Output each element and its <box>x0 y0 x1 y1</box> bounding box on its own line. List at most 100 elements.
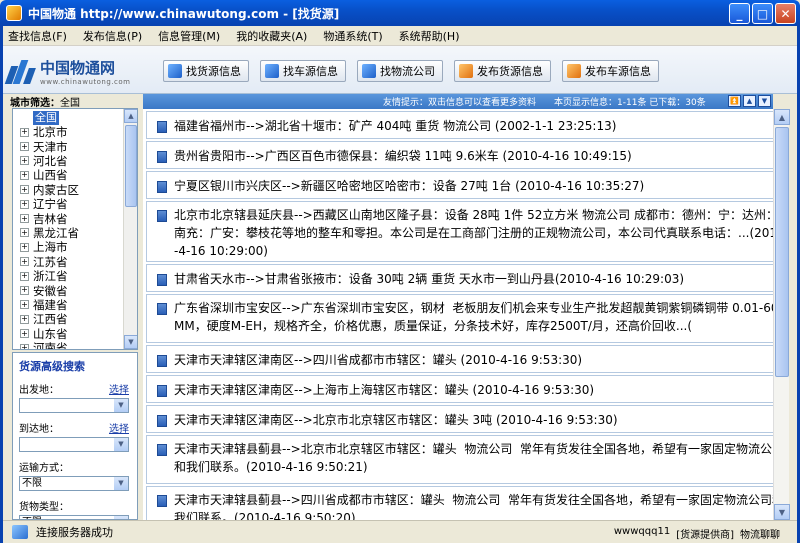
expand-icon[interactable]: + <box>20 185 29 195</box>
expand-icon[interactable]: + <box>20 199 29 209</box>
tree-item[interactable]: + 河北省 <box>13 154 137 168</box>
expand-icon[interactable]: + <box>20 300 29 310</box>
listing-text: 广东省深圳市宝安区-->广东省深圳市宝安区，钢材 老板朋友们机会来专业生产批发超… <box>174 301 773 333</box>
expand-icon[interactable]: + <box>20 170 29 180</box>
tree-item[interactable]: + 内蒙古区 <box>13 183 137 197</box>
maximize-button[interactable]: □ <box>752 3 773 24</box>
listing-item[interactable]: 广东省深圳市宝安区-->广东省深圳市宝安区，钢材 老板朋友们机会来专业生产批发超… <box>146 294 773 343</box>
tree-item[interactable]: + 山东省 <box>13 326 137 341</box>
prev-page-icon[interactable]: ▲ <box>743 95 756 107</box>
to-select-link[interactable]: 选择 <box>109 420 129 435</box>
find-company-button[interactable]: 找物流公司 <box>357 60 443 82</box>
tree-item[interactable]: + 上海市 <box>13 240 137 254</box>
app-icon <box>6 5 22 21</box>
document-icon <box>157 274 167 286</box>
listing-item[interactable]: 宁夏区银川市兴庆区-->新疆区哈密地区哈密市：设备 27吨 1台 (2010-4… <box>146 171 773 199</box>
tree-item[interactable]: + 江苏省 <box>13 255 137 269</box>
expand-icon[interactable]: + <box>20 257 29 267</box>
close-button[interactable]: ✕ <box>775 3 796 24</box>
chevron-down-icon: ▼ <box>114 438 128 451</box>
tree-item[interactable]: + 北京市 <box>13 125 137 139</box>
expand-icon[interactable]: + <box>20 271 29 281</box>
tree-scrollbar[interactable]: ▲ ▼ <box>123 109 137 349</box>
transport-select[interactable]: 不限 ▼ <box>19 476 129 491</box>
find-truck-button[interactable]: 找车源信息 <box>260 60 346 82</box>
scroll-down-icon[interactable]: ▼ <box>774 504 790 520</box>
scroll-down-icon[interactable]: ▼ <box>124 335 137 349</box>
listing-item[interactable]: 天津市天津辖区津南区-->上海市上海辖区市辖区：罐头 (2010-4-16 9:… <box>146 375 773 403</box>
from-select-link[interactable]: 选择 <box>109 381 129 396</box>
chevron-down-icon: ▼ <box>114 477 128 490</box>
menu-help[interactable]: 系统帮助(H) <box>391 28 468 44</box>
expand-icon[interactable]: + <box>20 127 29 137</box>
menu-publish[interactable]: 发布信息(P) <box>75 28 150 44</box>
document-icon <box>157 385 167 397</box>
from-select[interactable]: ▼ <box>19 398 129 413</box>
listing-item[interactable]: 天津市天津辖区津南区-->四川省成都市市辖区：罐头 (2010-4-16 9:5… <box>146 345 773 373</box>
advanced-search-title: 货源高级搜索 <box>19 360 85 373</box>
listing-scroll-thumb[interactable] <box>775 127 789 377</box>
expand-icon[interactable]: + <box>20 142 29 152</box>
tree-item[interactable]: + 浙江省 <box>13 269 137 283</box>
menu-system[interactable]: 物通系统(T) <box>315 28 390 44</box>
hint-text: 友情提示：双击信息可以查看更多资料 <box>383 98 537 108</box>
menu-find[interactable]: 查找信息(F) <box>0 28 75 44</box>
logo-mark-icon <box>4 58 38 84</box>
find-cargo-button[interactable]: 找货源信息 <box>163 60 249 82</box>
listing-item[interactable]: 天津市天津辖县蓟县-->北京市北京辖区市辖区：罐头 物流公司 常年有货发往全国各… <box>146 435 773 484</box>
tree-item[interactable]: + 黑龙江省 <box>13 226 137 240</box>
menu-manage[interactable]: 信息管理(M) <box>150 28 228 44</box>
tree-item[interactable]: + 河南省 <box>13 341 137 349</box>
expand-icon[interactable]: + <box>20 214 29 224</box>
expand-icon[interactable]: + <box>20 156 29 166</box>
next-page-icon[interactable]: ▼ <box>758 95 771 107</box>
expand-icon[interactable]: + <box>20 285 29 295</box>
tree-item[interactable]: + 天津市 <box>13 139 137 154</box>
logo-name: 中国物通网 <box>40 58 116 77</box>
chat-link[interactable]: 物流聊聊 <box>740 526 780 541</box>
listing-item[interactable]: 福建省福州市-->湖北省十堰市：矿产 404吨 重货 物流公司 (2002-1-… <box>146 111 773 139</box>
tree-item[interactable]: + 山西省 <box>13 168 137 182</box>
expand-icon[interactable]: + <box>20 329 29 339</box>
tree-root-national[interactable]: 全国 <box>33 111 59 125</box>
document-icon <box>157 303 167 315</box>
goods-label: 货物类型： <box>19 502 69 513</box>
chevron-down-icon: ▼ <box>114 399 128 412</box>
tree-scroll-thumb[interactable] <box>125 125 137 207</box>
info-bar: 友情提示：双击信息可以查看更多资料 本页显示信息：1-11条 已下载：30条 ⏫… <box>143 94 773 109</box>
document-icon <box>157 210 167 222</box>
expand-icon[interactable]: + <box>20 343 29 349</box>
to-select[interactable]: ▼ <box>19 437 129 452</box>
expand-icon[interactable]: + <box>20 242 29 252</box>
scroll-up-icon[interactable]: ▲ <box>774 109 790 125</box>
tree-item[interactable]: + 辽宁省 <box>13 197 137 211</box>
listing-item[interactable]: 北京市北京辖县延庆县-->西藏区山南地区隆子县：设备 28吨 1件 52立方米 … <box>146 201 773 262</box>
minimize-button[interactable]: _ <box>729 3 750 24</box>
tree-item[interactable]: + 江西省 <box>13 312 137 326</box>
tree-item[interactable]: + 福建省 <box>13 298 137 312</box>
publish-cargo-button[interactable]: 发布货源信息 <box>454 60 551 82</box>
publish-truck-label: 发布车源信息 <box>585 65 651 78</box>
listing-item[interactable]: 贵州省贵阳市-->广西区百色市德保县：编织袋 11吨 9.6米车 (2010-4… <box>146 141 773 169</box>
listing-text: 北京市北京辖县延庆县-->西藏区山南地区隆子县：设备 28吨 1件 52立方米 … <box>174 208 773 258</box>
listing-item[interactable]: 天津市天津辖县蓟县-->四川省成都市市辖区：罐头 物流公司 常年有货发往全国各地… <box>146 486 773 520</box>
tree-item[interactable]: + 吉林省 <box>13 211 137 226</box>
listing-text: 福建省福州市-->湖北省十堰市：矿产 404吨 重货 物流公司 (2002-1-… <box>174 119 617 133</box>
listing-scrollbar[interactable]: ▲ ▼ <box>773 109 790 520</box>
document-icon <box>157 121 167 133</box>
listing-item[interactable]: 甘肃省天水市-->甘肃省张掖市：设备 30吨 2辆 重货 天水市一到山丹县(20… <box>146 264 773 292</box>
scroll-up-icon[interactable]: ▲ <box>124 109 137 123</box>
left-panel: 城市筛选： 全国 全国 + 北京市 + 天津市 + 河北省 + 山西省 + 内蒙古区 + 辽宁省 + 吉林… <box>10 94 140 520</box>
listing-item[interactable]: 天津市天津辖区津南区-->北京市北京辖区市辖区：罐头 3吨 (2010-4-16… <box>146 405 773 433</box>
status-bar: 连接服务器成功 wwwqqq11 [货源提供商] 物流聊聊 <box>0 520 800 543</box>
first-page-icon[interactable]: ⏫ <box>728 95 741 107</box>
expand-icon[interactable]: + <box>20 228 29 238</box>
menu-favorites[interactable]: 我的收藏夹(A) <box>228 28 315 44</box>
logo-url: www.chinawutong.com <box>40 77 131 86</box>
tree-item[interactable]: + 安徽省 <box>13 283 137 298</box>
listing-list: 福建省福州市-->湖北省十堰市：矿产 404吨 重货 物流公司 (2002-1-… <box>143 111 773 520</box>
publish-cargo-label: 发布货源信息 <box>477 65 543 78</box>
search-company-icon <box>362 64 376 78</box>
expand-icon[interactable]: + <box>20 314 29 324</box>
publish-truck-button[interactable]: 发布车源信息 <box>562 60 659 82</box>
